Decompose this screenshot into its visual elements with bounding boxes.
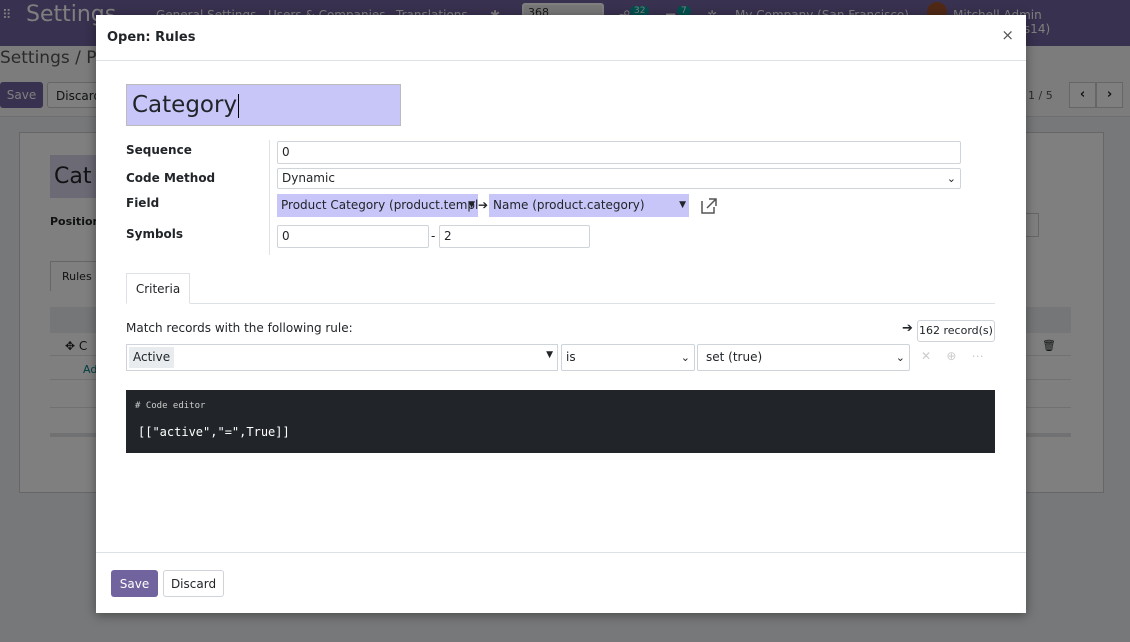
domain-field-selector[interactable]: Active ▼	[126, 344, 558, 371]
tab-criteria[interactable]: Criteria	[126, 273, 190, 304]
field-path-part-2[interactable]: Name (product.category) ▼	[489, 194, 689, 217]
domain-value-value: set (true)	[706, 350, 763, 364]
save-button[interactable]: Save	[111, 570, 158, 597]
dialog-header: Open: Rules ×	[96, 15, 1026, 61]
code-editor[interactable]: # Code editor [["active","=",True]]	[126, 390, 995, 453]
rule-name-value: Category	[132, 92, 238, 118]
field-path-part-1[interactable]: Product Category (product.templa ▼	[277, 194, 478, 217]
chevron-down-icon: ▼	[679, 200, 686, 210]
rules-dialog: Open: Rules × Category Sequence 0 Code M…	[96, 15, 1026, 613]
domain-operator-value: is	[566, 350, 576, 364]
field-group-divider	[269, 140, 270, 255]
symbols-label: Symbols	[126, 227, 184, 241]
symbols-separator: -	[431, 229, 436, 243]
field-label: Field	[126, 196, 160, 210]
external-link-icon[interactable]	[699, 196, 719, 216]
code-method-label: Code Method	[126, 171, 216, 185]
chevron-down-icon: ▼	[546, 350, 553, 360]
tab-divider	[126, 303, 995, 304]
sequence-label: Sequence	[126, 143, 192, 157]
dialog-title: Open: Rules	[107, 30, 196, 45]
code-method-select[interactable]: Dynamic ⌄	[277, 168, 961, 189]
domain-value-select[interactable]: set (true) ⌄	[697, 344, 910, 371]
dialog-footer: Save Discard	[96, 552, 1026, 614]
code-method-value: Dynamic	[282, 171, 335, 185]
close-icon[interactable]: ×	[1001, 26, 1014, 44]
arrow-right-icon: ➔	[478, 198, 489, 212]
more-icon[interactable]: ⋯	[972, 349, 984, 363]
code-editor-content[interactable]: [["active","=",True]]	[138, 425, 290, 439]
rule-name-input[interactable]: Category	[126, 84, 401, 126]
delete-icon[interactable]: ✕	[921, 349, 931, 363]
domain-row-actions: ✕ ⊕ ⋯	[921, 349, 984, 363]
chevron-down-icon: ▼	[468, 200, 475, 210]
discard-button[interactable]: Discard	[163, 570, 224, 597]
domain-field-value: Active	[129, 347, 175, 368]
chevron-down-icon: ⌄	[946, 172, 956, 185]
chevron-down-icon: ⌄	[895, 351, 905, 364]
field-path-part-2-label: Name (product.category)	[493, 198, 645, 212]
code-editor-comment: # Code editor	[135, 401, 206, 411]
arrow-right-icon: ➔	[902, 321, 913, 336]
domain-operator-select[interactable]: is ⌄	[561, 344, 695, 371]
text-caret	[238, 93, 240, 118]
match-rule-text: Match records with the following rule:	[126, 321, 353, 335]
sequence-input[interactable]: 0	[277, 141, 961, 164]
symbols-from-input[interactable]: 0	[277, 225, 429, 248]
record-count-button[interactable]: 162 record(s)	[917, 320, 995, 342]
symbols-to-input[interactable]: 2	[439, 225, 590, 248]
add-icon[interactable]: ⊕	[946, 349, 956, 363]
field-path-part-1-label: Product Category (product.templa	[281, 198, 478, 212]
chevron-down-icon: ⌄	[680, 351, 690, 364]
